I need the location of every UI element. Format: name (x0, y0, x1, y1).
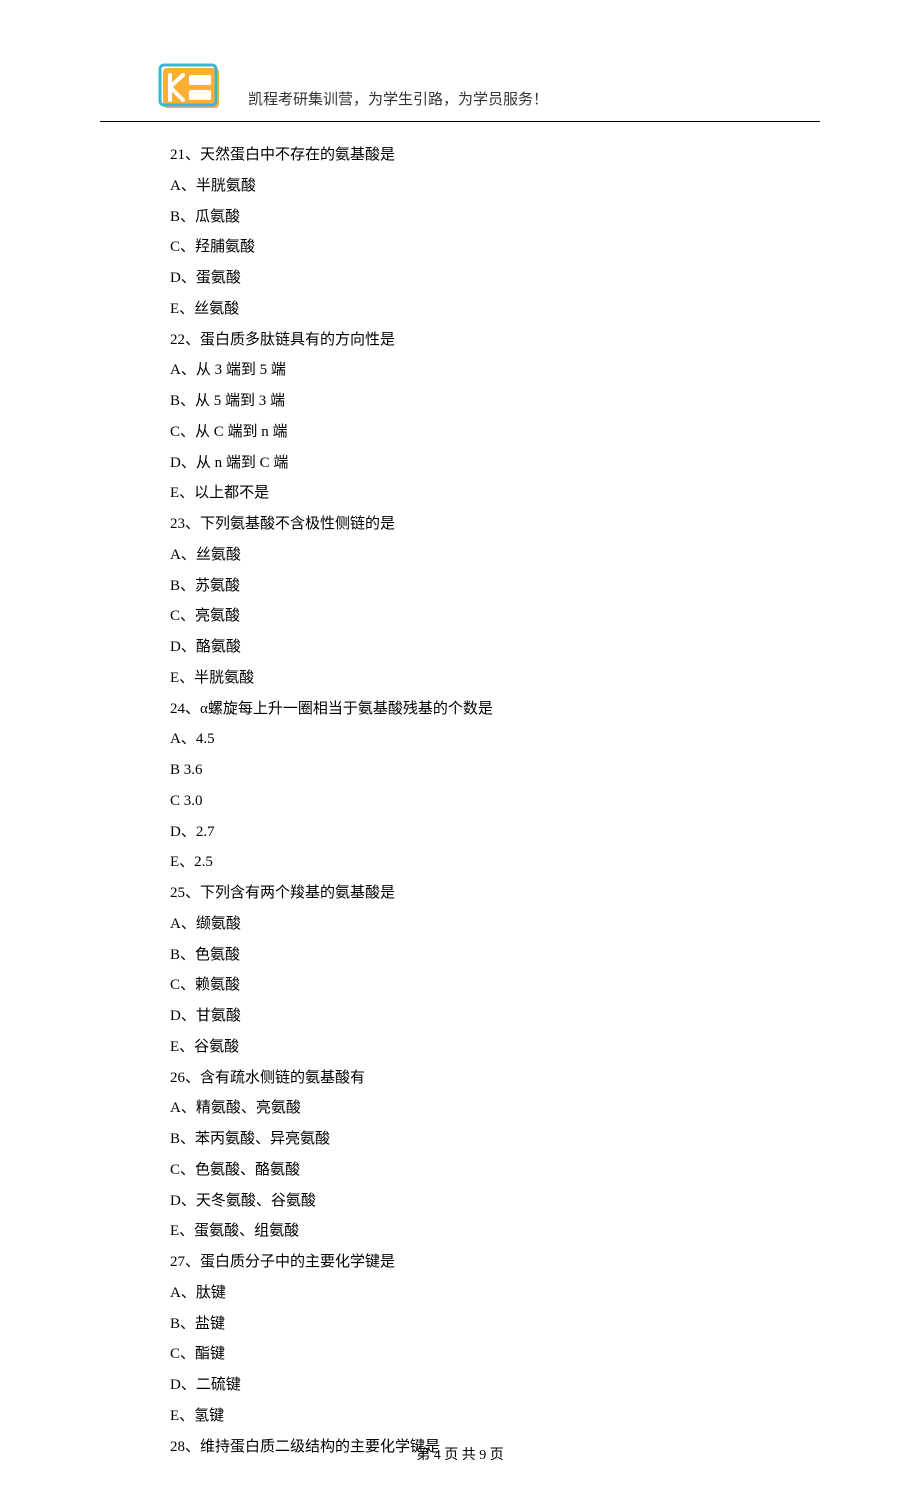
header-slogan: 凯程考研集训营，为学生引路，为学员服务！ (248, 88, 548, 115)
text-line: D、从 n 端到 C 端 (170, 448, 820, 479)
text-line: A、半胱氨酸 (170, 171, 820, 202)
text-line: A、肽键 (170, 1278, 820, 1309)
text-line: E、以上都不是 (170, 478, 820, 509)
text-line: E、蛋氨酸、组氨酸 (170, 1216, 820, 1247)
text-line: 24、α螺旋每上升一圈相当于氨基酸残基的个数是 (170, 694, 820, 725)
text-line: C 3.0 (170, 786, 820, 817)
text-line: 26、含有疏水侧链的氨基酸有 (170, 1063, 820, 1094)
text-line: E、2.5 (170, 847, 820, 878)
brand-logo (155, 60, 230, 115)
text-line: E、谷氨酸 (170, 1032, 820, 1063)
text-line: B、从 5 端到 3 端 (170, 386, 820, 417)
text-line: C、色氨酸、酪氨酸 (170, 1155, 820, 1186)
text-line: D、2.7 (170, 817, 820, 848)
document-page: 凯程考研集训营，为学生引路，为学员服务！ 21、天然蛋白中不存在的氨基酸是 A、… (0, 0, 920, 1502)
text-line: D、天冬氨酸、谷氨酸 (170, 1186, 820, 1217)
text-line: D、二硫键 (170, 1370, 820, 1401)
text-line: B、色氨酸 (170, 940, 820, 971)
text-line: B、瓜氨酸 (170, 202, 820, 233)
text-line: 25、下列含有两个羧基的氨基酸是 (170, 878, 820, 909)
text-line: D、酪氨酸 (170, 632, 820, 663)
text-line: A、4.5 (170, 724, 820, 755)
text-line: C、赖氨酸 (170, 970, 820, 1001)
text-line: A、缬氨酸 (170, 909, 820, 940)
text-line: E、氢键 (170, 1401, 820, 1432)
text-line: D、蛋氨酸 (170, 263, 820, 294)
text-line: A、精氨酸、亮氨酸 (170, 1093, 820, 1124)
text-line: E、半胱氨酸 (170, 663, 820, 694)
text-line: B 3.6 (170, 755, 820, 786)
text-line: 22、蛋白质多肽链具有的方向性是 (170, 325, 820, 356)
text-line: C、亮氨酸 (170, 601, 820, 632)
text-line: B、盐键 (170, 1309, 820, 1340)
text-line: A、丝氨酸 (170, 540, 820, 571)
text-line: E、丝氨酸 (170, 294, 820, 325)
text-line: B、苯丙氨酸、异亮氨酸 (170, 1124, 820, 1155)
text-line: C、羟脯氨酸 (170, 232, 820, 263)
text-line: C、酯键 (170, 1339, 820, 1370)
page-header: 凯程考研集训营，为学生引路，为学员服务！ (100, 60, 820, 115)
text-line: 27、蛋白质分子中的主要化学键是 (170, 1247, 820, 1278)
text-line: D、甘氨酸 (170, 1001, 820, 1032)
text-line: 21、天然蛋白中不存在的氨基酸是 (170, 140, 820, 171)
page-footer: 第 4 页 共 9 页 (0, 1444, 920, 1464)
text-line: B、苏氨酸 (170, 571, 820, 602)
text-line: A、从 3 端到 5 端 (170, 355, 820, 386)
header-divider (100, 121, 820, 122)
text-line: C、从 C 端到 n 端 (170, 417, 820, 448)
document-body: 21、天然蛋白中不存在的氨基酸是 A、半胱氨酸 B、瓜氨酸 C、羟脯氨酸 D、蛋… (100, 140, 820, 1462)
text-line: 23、下列氨基酸不含极性侧链的是 (170, 509, 820, 540)
